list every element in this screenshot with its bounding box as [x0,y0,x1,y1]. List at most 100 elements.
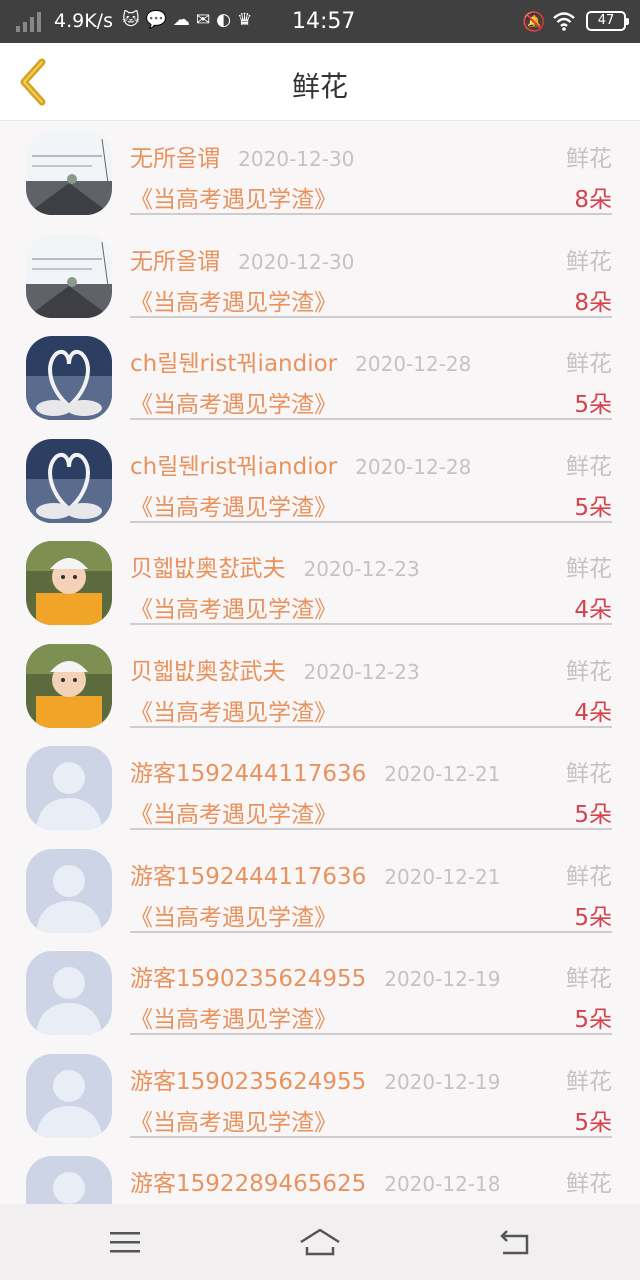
avatar[interactable] [26,233,112,318]
gift-date: 2020-12-18 [384,1172,501,1196]
user-name[interactable]: 游客1592289465625 2020-12-18 [130,1164,500,1198]
user-name[interactable]: ch릴뒌rist꿔iandior 2020-12-28 [130,344,471,378]
gift-type: 鲜花 [566,966,612,992]
user-name[interactable]: 无所올谓 2020-12-30 [130,139,354,173]
gift-type: 鲜花 [566,248,612,275]
user-name[interactable]: 游客1590235624955 2020-12-19 [130,959,500,993]
gift-date: 2020-12-23 [303,557,420,581]
gift-record-row[interactable]: 无所올谓 2020-12-30 鲜花 《当高考遇见学渣》 8朵 [0,121,640,224]
return-icon[interactable] [497,1224,537,1260]
gift-record-row[interactable]: 游客1592289465625 2020-12-18 鲜花 [0,1146,640,1204]
gift-count: 5朵 [574,392,612,418]
gift-record-row[interactable]: 游客1592444117636 2020-12-21 鲜花 《当高考遇见学渣》 5… [0,839,640,942]
user-name[interactable]: ch릴뒌rist꿔iandior 2020-12-28 [130,447,471,481]
avatar[interactable] [26,848,112,933]
gift-date: 2020-12-30 [238,249,355,274]
gift-date: 2020-12-28 [355,352,472,376]
notification-app-icons: 🐱💬☁✉◐♛ [122,10,259,30]
home-icon[interactable] [298,1224,342,1260]
gift-date: 2020-12-19 [384,1069,501,1094]
user-name[interactable]: 贝헯밦奥챬武夫 2020-12-23 [130,652,420,686]
avatar[interactable] [26,746,112,830]
clock: 14:57 [292,9,356,34]
row-divider [130,930,612,933]
avatar[interactable] [26,438,112,523]
gift-count: 5朵 [574,904,612,931]
mute-bell-icon: 🔕 [522,11,546,33]
book-title[interactable]: 《当高考遇见学渣》 [130,283,337,317]
user-name[interactable]: 无所올谓 2020-12-30 [130,242,354,276]
user-name[interactable]: 游客1592444117636 2020-12-21 [130,857,500,891]
gift-type: 鲜花 [566,453,612,480]
user-name[interactable]: 游客1590235624955 2020-12-19 [130,1062,500,1096]
avatar[interactable] [26,541,112,625]
gift-type: 鲜花 [566,863,612,890]
gift-count: 4朵 [574,699,612,726]
gift-type: 鲜花 [566,146,612,172]
status-bar: 4.9K/s 🐱💬☁✉◐♛ 14:57 🔕 47 [0,0,640,43]
wifi-icon [553,12,575,31]
book-title[interactable]: 《当高考遇见学渣》 [130,385,337,419]
book-title[interactable]: 《当高考遇见学渣》 [130,898,337,932]
book-title[interactable]: 《当高考遇见学渣》 [130,795,337,829]
menu-icon[interactable] [105,1224,145,1260]
book-title[interactable]: 《当高考遇见学渣》 [130,488,337,522]
signal-icon [16,12,41,32]
gift-record-row[interactable]: 无所올谓 2020-12-30 鲜花 《当高考遇见学渣》 8朵 [0,224,640,327]
gift-date: 2020-12-21 [384,762,501,786]
gift-record-row[interactable]: 游客1590235624955 2020-12-19 鲜花 《当高考遇见学渣》 5… [0,1044,640,1147]
gift-count: 8朵 [574,187,612,213]
gift-type: 鲜花 [566,761,612,787]
row-divider [130,1033,612,1035]
row-divider [130,213,612,215]
app-screen: 4.9K/s 🐱💬☁✉◐♛ 14:57 🔕 47 鲜花 无所올谓 2020-12… [0,0,640,1280]
row-divider [130,828,612,830]
row-divider [130,623,612,625]
book-title[interactable]: 《当高考遇见学渣》 [130,180,337,214]
gift-record-row[interactable]: 贝헯밦奥챬武夫 2020-12-23 鲜花 《当高考遇见学渣》 4朵 [0,531,640,634]
gift-date: 2020-12-30 [238,147,355,171]
gift-date: 2020-12-23 [303,659,420,684]
gift-type: 鲜花 [566,1068,612,1095]
book-title[interactable]: 《当高考遇见学渣》 [130,1103,337,1137]
gift-record-row[interactable]: 游客1592444117636 2020-12-21 鲜花 《当高考遇见学渣》 5… [0,736,640,839]
gift-record-row[interactable]: ch릴뒌rist꿔iandior 2020-12-28 鲜花 《当高考遇见学渣》 … [0,429,640,532]
row-divider [130,725,612,728]
gift-count: 5朵 [574,1007,612,1033]
gift-type: 鲜花 [566,351,612,377]
book-title[interactable]: 《当高考遇见学渣》 [130,1000,337,1034]
row-divider [130,418,612,420]
gift-record-list: 无所올谓 2020-12-30 鲜花 《当高考遇见学渣》 8朵 无所올谓 2020-… [0,121,640,1204]
avatar[interactable] [26,1156,112,1204]
book-title[interactable]: 《当高考遇见学渣》 [130,693,337,727]
gift-type: 鲜花 [566,556,612,582]
row-divider [130,1135,612,1138]
page-title: 鲜花 [291,70,348,103]
avatar[interactable] [26,643,112,728]
network-speed: 4.9K/s [54,10,113,32]
user-name[interactable]: 游客1592444117636 2020-12-21 [130,754,500,788]
battery-indicator: 47 [586,11,629,31]
gift-type: 鲜花 [566,658,612,685]
gift-record-row[interactable]: ch릴뒌rist꿔iandior 2020-12-28 鲜花 《当高考遇见学渣》 … [0,326,640,429]
gift-count: 4朵 [574,597,612,623]
user-name[interactable]: 贝헯밦奥챬武夫 2020-12-23 [130,549,420,583]
row-divider [130,315,612,318]
header: 鲜花 [0,43,640,121]
avatar[interactable] [26,1053,112,1138]
gift-count: 5朵 [574,802,612,828]
avatar[interactable] [26,951,112,1035]
book-title[interactable]: 《当高考遇见学渣》 [130,590,337,624]
avatar[interactable] [26,131,112,215]
gift-count: 5朵 [574,1109,612,1136]
row-divider [130,520,612,523]
system-nav-bar [0,1204,640,1280]
gift-date: 2020-12-19 [384,967,501,991]
gift-date: 2020-12-21 [384,864,501,889]
avatar[interactable] [26,336,112,420]
gift-record-row[interactable]: 游客1590235624955 2020-12-19 鲜花 《当高考遇见学渣》 5… [0,941,640,1044]
gift-type: 鲜花 [566,1171,612,1197]
gift-date: 2020-12-28 [355,454,472,479]
gift-record-row[interactable]: 贝헯밦奥챬武夫 2020-12-23 鲜花 《当高考遇见学渣》 4朵 [0,634,640,737]
gift-count: 8朵 [574,289,612,316]
